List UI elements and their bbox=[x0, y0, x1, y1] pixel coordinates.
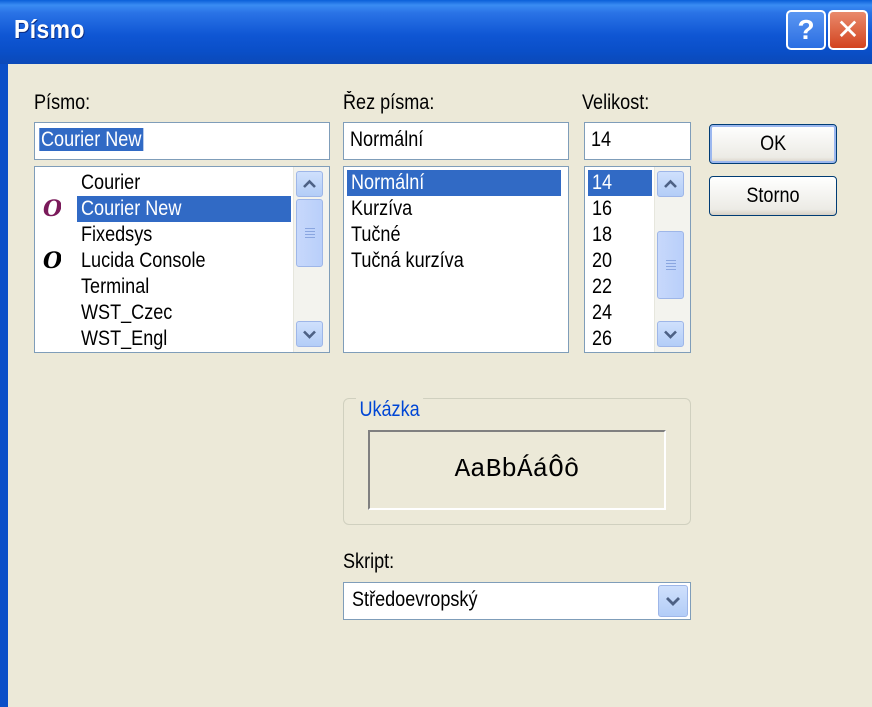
font-size-list-item-label: 16 bbox=[592, 197, 613, 220]
font-style-list[interactable]: Normální Kurzíva Tučné Tučná kurzíva bbox=[343, 166, 569, 353]
sample-group-title: Ukázka bbox=[356, 398, 424, 422]
font-list-item[interactable]: WST_Engl bbox=[35, 326, 291, 352]
svg-text:O: O bbox=[43, 198, 61, 220]
font-size-list-item[interactable]: 16 bbox=[588, 196, 652, 222]
font-list-item-label: Fixedsys bbox=[81, 223, 153, 246]
font-style-list-item-label: Tučné bbox=[351, 223, 401, 246]
font-size-list-item-label: 20 bbox=[592, 249, 613, 272]
font-size-input[interactable]: 14 bbox=[584, 122, 691, 160]
scroll-down-button[interactable] bbox=[657, 321, 684, 347]
chevron-down-icon bbox=[664, 330, 677, 339]
opentype-font-icon: O bbox=[41, 250, 61, 272]
scroll-thumb[interactable] bbox=[657, 231, 684, 299]
scroll-thumb[interactable] bbox=[296, 199, 323, 267]
font-style-list-item-label: Tučná kurzíva bbox=[351, 249, 464, 272]
chevron-up-icon bbox=[303, 179, 316, 188]
font-list-item[interactable]: O Lucida Console bbox=[35, 248, 291, 274]
font-size-list-item[interactable]: 20 bbox=[588, 248, 652, 274]
font-style-list-item-label: Normální bbox=[351, 171, 425, 194]
chevron-up-icon bbox=[664, 179, 677, 188]
script-select[interactable]: Středoevropský bbox=[343, 582, 691, 620]
font-size-value: 14 bbox=[591, 128, 612, 151]
scroll-up-button[interactable] bbox=[296, 171, 323, 197]
font-size-list-item[interactable]: 14 bbox=[588, 170, 652, 196]
font-size-list-item[interactable]: 22 bbox=[588, 274, 652, 300]
help-button[interactable]: ? bbox=[786, 10, 826, 50]
font-list-item-label: WST_Engl bbox=[81, 327, 168, 350]
ok-button-label: OK bbox=[759, 132, 787, 155]
font-list-item[interactable]: Terminal bbox=[35, 274, 291, 300]
font-style-list-item[interactable]: Tučná kurzíva bbox=[347, 248, 561, 274]
font-style-list-item[interactable]: Kurzíva bbox=[347, 196, 561, 222]
font-size-list-item-label: 14 bbox=[592, 171, 613, 194]
font-list-item-label: Lucida Console bbox=[81, 249, 206, 272]
window-frame-left bbox=[0, 64, 8, 707]
font-size-label: Velikost: bbox=[582, 91, 650, 114]
scroll-down-button[interactable] bbox=[296, 321, 323, 347]
font-name-value: Courier New bbox=[39, 128, 144, 151]
script-label: Skript: bbox=[343, 550, 395, 573]
font-style-list-item[interactable]: Tučné bbox=[347, 222, 561, 248]
svg-text:O: O bbox=[43, 250, 61, 272]
cancel-button[interactable]: Storno bbox=[709, 176, 837, 216]
font-style-list-item[interactable]: Normální bbox=[347, 170, 561, 196]
font-size-list-item[interactable]: 24 bbox=[588, 300, 652, 326]
font-size-list-item-label: 26 bbox=[592, 327, 613, 350]
font-list-item[interactable]: Fixedsys bbox=[35, 222, 291, 248]
font-style-list-item-label: Kurzíva bbox=[351, 197, 413, 220]
font-list-item-label: WST_Czec bbox=[81, 301, 173, 324]
font-style-value: Normální bbox=[350, 128, 424, 151]
font-list-item-label: Terminal bbox=[81, 275, 150, 298]
font-list-item[interactable]: Courier bbox=[35, 170, 291, 196]
cancel-button-label: Storno bbox=[746, 184, 800, 207]
sample-preview: AaBbÁáÔô bbox=[368, 430, 666, 510]
font-label: Písmo: bbox=[34, 91, 91, 114]
font-size-list-item-label: 24 bbox=[592, 301, 613, 324]
font-list-item[interactable]: O Courier New bbox=[35, 196, 291, 222]
font-list-item-label: Courier bbox=[81, 171, 141, 194]
opentype-font-icon: O bbox=[41, 198, 61, 220]
font-list-item-label: Courier New bbox=[81, 197, 182, 220]
close-button[interactable]: ✕ bbox=[828, 10, 868, 50]
font-size-list-item-label: 22 bbox=[592, 275, 613, 298]
font-list-scrollbar[interactable] bbox=[293, 167, 329, 352]
font-style-input[interactable]: Normální bbox=[343, 122, 569, 160]
chevron-down-icon bbox=[666, 597, 680, 606]
scroll-up-button[interactable] bbox=[657, 171, 684, 197]
ok-button[interactable]: OK bbox=[709, 124, 837, 164]
font-list-item[interactable]: WST_Czec bbox=[35, 300, 291, 326]
script-value: Středoevropský bbox=[352, 588, 478, 611]
size-list-scrollbar[interactable] bbox=[654, 167, 690, 352]
font-name-input[interactable]: Courier New bbox=[34, 122, 330, 160]
chevron-down-icon bbox=[303, 330, 316, 339]
font-size-list[interactable]: 14 16 18 20 22 24 26 bbox=[584, 166, 691, 353]
font-list[interactable]: Courier O Courier New Fixedsys O Lucida Conso… bbox=[34, 166, 330, 353]
font-size-list-item[interactable]: 18 bbox=[588, 222, 652, 248]
font-size-list-item[interactable]: 26 bbox=[588, 326, 652, 352]
font-style-label: Řez písma: bbox=[343, 91, 435, 114]
font-size-list-item-label: 18 bbox=[592, 223, 613, 246]
window-title: Písmo bbox=[14, 14, 85, 44]
sample-text: AaBbÁáÔô bbox=[454, 454, 580, 484]
title-bar[interactable]: Písmo ? ✕ bbox=[0, 0, 872, 64]
script-dropdown-button[interactable] bbox=[658, 585, 688, 617]
